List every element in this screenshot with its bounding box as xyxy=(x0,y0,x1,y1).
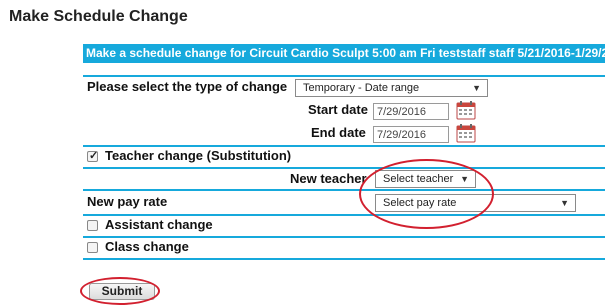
pay-rate-value: Select pay rate xyxy=(383,197,457,209)
new-teacher-label: New teacher xyxy=(290,171,367,186)
teacher-change-label: Teacher change (Substitution) xyxy=(105,148,292,163)
class-change-label: Class change xyxy=(105,239,189,254)
divider xyxy=(83,75,605,77)
end-date-input[interactable] xyxy=(373,126,449,143)
page-title: Make Schedule Change xyxy=(9,8,188,25)
calendar-icon[interactable] xyxy=(456,124,476,143)
divider xyxy=(83,167,605,169)
chevron-down-icon: ▼ xyxy=(472,83,481,93)
assistant-change-checkbox[interactable] xyxy=(87,220,98,231)
assistant-change-label: Assistant change xyxy=(105,217,213,232)
chevron-down-icon: ▼ xyxy=(460,174,469,184)
start-date-label: Start date xyxy=(308,102,368,117)
change-type-label: Please select the type of change xyxy=(87,79,288,94)
divider xyxy=(83,214,605,216)
end-date-label: End date xyxy=(311,125,366,140)
new-teacher-value: Select teacher xyxy=(383,173,454,185)
checkmark-icon: ✓ xyxy=(89,150,99,162)
chevron-down-icon: ▼ xyxy=(560,198,569,208)
divider xyxy=(83,189,605,191)
start-date-input[interactable] xyxy=(373,103,449,120)
submit-button[interactable]: Submit xyxy=(89,283,155,300)
pay-rate-select[interactable]: Select pay rate ▼ xyxy=(375,194,576,212)
change-type-select[interactable]: Temporary - Date range ▼ xyxy=(295,79,488,97)
change-type-value: Temporary - Date range xyxy=(303,82,420,94)
schedule-banner: Make a schedule change for Circuit Cardi… xyxy=(83,44,605,63)
class-change-checkbox[interactable] xyxy=(87,242,98,253)
teacher-change-checkbox[interactable]: ✓ xyxy=(87,150,99,162)
divider xyxy=(83,145,605,147)
divider xyxy=(83,236,605,238)
calendar-icon[interactable] xyxy=(456,101,476,120)
divider xyxy=(83,258,605,260)
pay-rate-label: New pay rate xyxy=(87,194,168,209)
new-teacher-select[interactable]: Select teacher ▼ xyxy=(375,170,476,188)
